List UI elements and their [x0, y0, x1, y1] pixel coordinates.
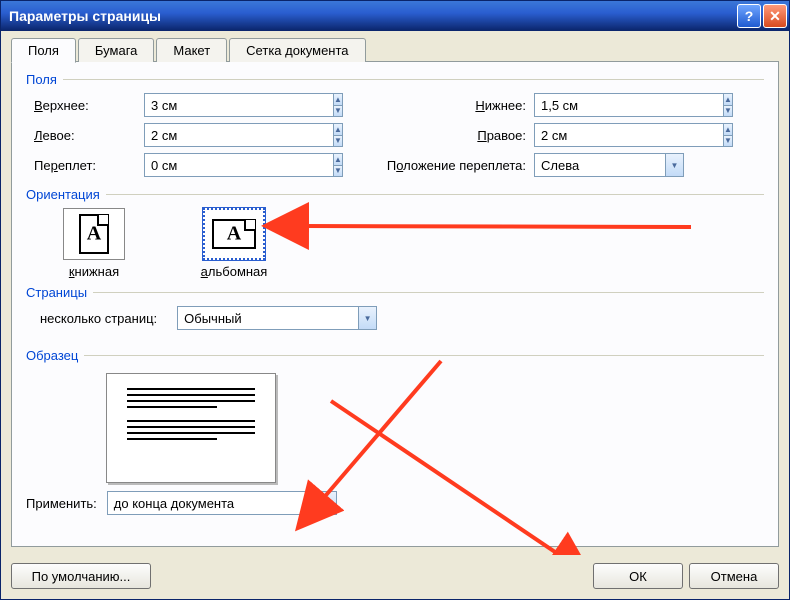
- bottom-margin-spinner[interactable]: ▲ ▼: [723, 93, 733, 117]
- spinner-down-icon[interactable]: ▼: [334, 106, 342, 117]
- tab-paper[interactable]: Бумага: [78, 38, 154, 62]
- right-margin-label: Правое:: [354, 128, 534, 143]
- apply-row: Применить: до конца документа ▼: [26, 491, 764, 515]
- left-margin-field[interactable]: [144, 123, 333, 147]
- chevron-down-icon[interactable]: ▼: [318, 492, 336, 514]
- gutter-input[interactable]: ▲ ▼: [144, 153, 294, 177]
- multi-pages-select[interactable]: Обычный ▼: [177, 306, 377, 330]
- gutter-position-label: Положение переплета:: [354, 158, 534, 173]
- close-icon: ✕: [769, 8, 781, 25]
- spinner-up-icon[interactable]: ▲: [334, 94, 342, 106]
- section-margins-label: Поля: [26, 72, 764, 87]
- dialog-content: Поля Бумага Макет Сетка документа Поля В…: [1, 31, 789, 555]
- landscape-label: альбомная: [201, 264, 268, 279]
- right-margin-spinner[interactable]: ▲ ▼: [723, 123, 733, 147]
- section-preview-label: Образец: [26, 348, 764, 363]
- apply-to-value: до конца документа: [108, 492, 318, 514]
- tab-fields[interactable]: Поля: [11, 38, 76, 63]
- tabstrip: Поля Бумага Макет Сетка документа: [11, 37, 779, 62]
- window-title: Параметры страницы: [9, 8, 735, 24]
- help-button[interactable]: ?: [737, 4, 761, 28]
- right-margin-input[interactable]: ▲ ▼: [534, 123, 684, 147]
- tabpanel-fields: Поля Верхнее: ▲ ▼ Нижнее: ▲: [11, 61, 779, 547]
- chevron-down-icon[interactable]: ▼: [665, 154, 683, 176]
- spinner-up-icon[interactable]: ▲: [724, 124, 732, 136]
- landscape-icon: A: [203, 208, 265, 260]
- bottom-margin-input[interactable]: ▲ ▼: [534, 93, 684, 117]
- orientation-row: A книжная A альбомная: [44, 208, 764, 279]
- top-margin-spinner[interactable]: ▲ ▼: [333, 93, 343, 117]
- left-margin-input[interactable]: ▲ ▼: [144, 123, 294, 147]
- multi-pages-value: Обычный: [178, 307, 358, 329]
- preview-page-thumbnail: [106, 373, 276, 483]
- default-button[interactable]: По умолчанию...: [11, 563, 151, 589]
- pages-row: несколько страниц: Обычный ▼: [40, 306, 764, 330]
- spinner-up-icon[interactable]: ▲: [334, 124, 342, 136]
- chevron-down-icon[interactable]: ▼: [358, 307, 376, 329]
- orientation-portrait-button[interactable]: A книжная: [44, 208, 144, 279]
- dialog-button-bar: По умолчанию... ОК Отмена: [1, 555, 789, 599]
- close-button[interactable]: ✕: [763, 4, 787, 28]
- bottom-margin-field[interactable]: [534, 93, 723, 117]
- portrait-icon: A: [63, 208, 125, 260]
- gutter-position-select[interactable]: Слева ▼: [534, 153, 684, 177]
- orientation-landscape-button[interactable]: A альбомная: [184, 208, 284, 279]
- spinner-down-icon[interactable]: ▼: [334, 166, 342, 177]
- right-margin-field[interactable]: [534, 123, 723, 147]
- section-pages-label: Страницы: [26, 285, 764, 300]
- spinner-down-icon[interactable]: ▼: [724, 106, 732, 117]
- spinner-down-icon[interactable]: ▼: [334, 136, 342, 147]
- portrait-label: книжная: [69, 264, 119, 279]
- tab-layout[interactable]: Макет: [156, 38, 227, 62]
- multi-pages-label: несколько страниц:: [40, 311, 157, 326]
- apply-label: Применить:: [26, 496, 97, 511]
- top-margin-label: Верхнее:: [34, 98, 144, 113]
- help-icon: ?: [745, 8, 754, 24]
- left-margin-label: Левое:: [34, 128, 144, 143]
- titlebar: Параметры страницы ? ✕: [1, 1, 789, 31]
- apply-to-select[interactable]: до конца документа ▼: [107, 491, 337, 515]
- spinner-down-icon[interactable]: ▼: [724, 136, 732, 147]
- gutter-label: Переплет:: [34, 158, 144, 173]
- tab-docgrid[interactable]: Сетка документа: [229, 38, 365, 62]
- spinner-up-icon[interactable]: ▲: [724, 94, 732, 106]
- top-margin-field[interactable]: [144, 93, 333, 117]
- section-orientation-label: Ориентация: [26, 187, 764, 202]
- margins-grid: Верхнее: ▲ ▼ Нижнее: ▲ ▼: [34, 93, 764, 177]
- bottom-margin-label: Нижнее:: [354, 98, 534, 113]
- gutter-spinner[interactable]: ▲ ▼: [333, 153, 343, 177]
- ok-button[interactable]: ОК: [593, 563, 683, 589]
- top-margin-input[interactable]: ▲ ▼: [144, 93, 294, 117]
- left-margin-spinner[interactable]: ▲ ▼: [333, 123, 343, 147]
- gutter-field[interactable]: [144, 153, 333, 177]
- spinner-up-icon[interactable]: ▲: [334, 154, 342, 166]
- page-setup-dialog: Параметры страницы ? ✕ Поля Бумага Макет…: [0, 0, 790, 600]
- cancel-button[interactable]: Отмена: [689, 563, 779, 589]
- gutter-position-value: Слева: [535, 154, 665, 176]
- preview-area: [26, 373, 764, 483]
